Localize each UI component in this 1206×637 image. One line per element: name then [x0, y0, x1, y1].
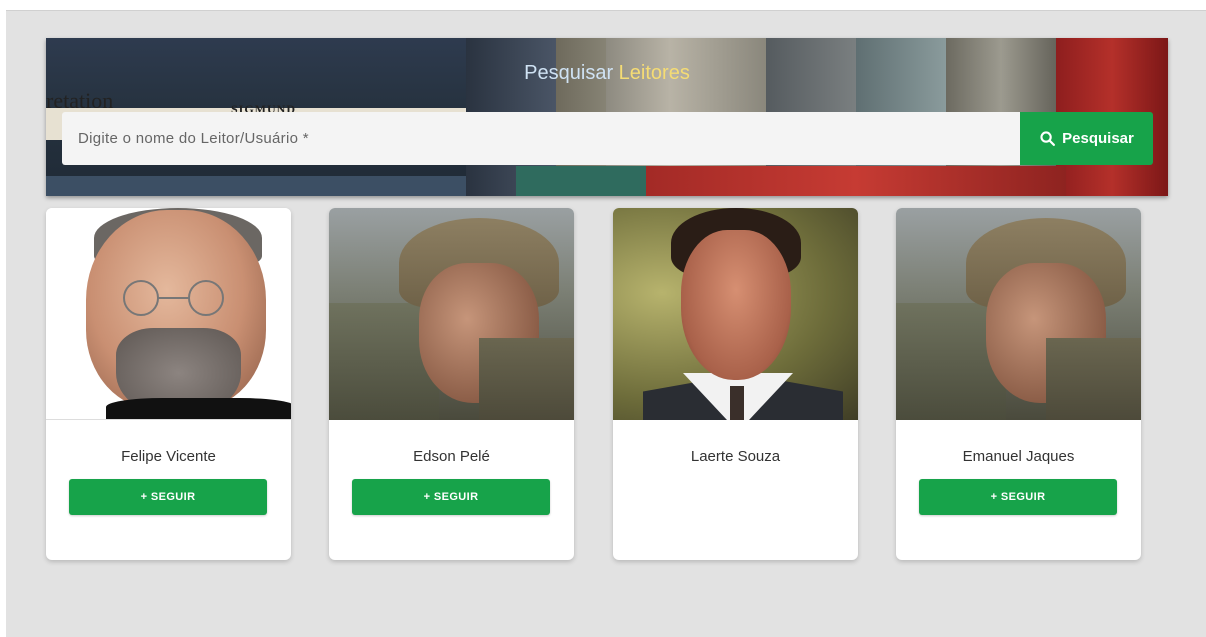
reader-avatar	[46, 208, 291, 420]
search-field[interactable]	[62, 112, 1020, 165]
follow-button[interactable]: + SEGUIR	[69, 479, 267, 515]
reader-card: Edson Pelé + SEGUIR	[329, 208, 574, 560]
book-image-red	[646, 166, 1066, 196]
reader-avatar	[613, 208, 858, 420]
reader-name: Felipe Vicente	[121, 448, 216, 465]
page-title-prefix: Pesquisar	[524, 62, 614, 84]
search-button-label: Pesquisar	[1062, 130, 1134, 147]
search-icon	[1040, 131, 1056, 147]
search-input[interactable]	[62, 112, 1020, 165]
reader-avatar	[896, 208, 1141, 420]
reader-card: Emanuel Jaques + SEGUIR	[896, 208, 1141, 560]
follow-button[interactable]: + SEGUIR	[352, 479, 550, 515]
reader-name: Emanuel Jaques	[962, 448, 1075, 465]
page-title-accent: Leitores	[618, 62, 690, 84]
reader-avatar	[329, 208, 574, 420]
reader-card: Laerte Souza	[613, 208, 858, 560]
search-hero-banner: retation SIGMUND Pesquisar Leitores Pesq…	[46, 38, 1168, 196]
follow-button[interactable]: + SEGUIR	[919, 479, 1117, 515]
book-image-teal	[516, 166, 656, 196]
page-title: Pesquisar Leitores	[46, 62, 1168, 85]
reader-card: Felipe Vicente + SEGUIR	[46, 208, 291, 560]
search-button[interactable]: Pesquisar	[1020, 112, 1153, 165]
book-spine-text: retation	[46, 88, 114, 113]
reader-name: Laerte Souza	[690, 448, 781, 465]
reader-name: Edson Pelé	[413, 448, 490, 465]
